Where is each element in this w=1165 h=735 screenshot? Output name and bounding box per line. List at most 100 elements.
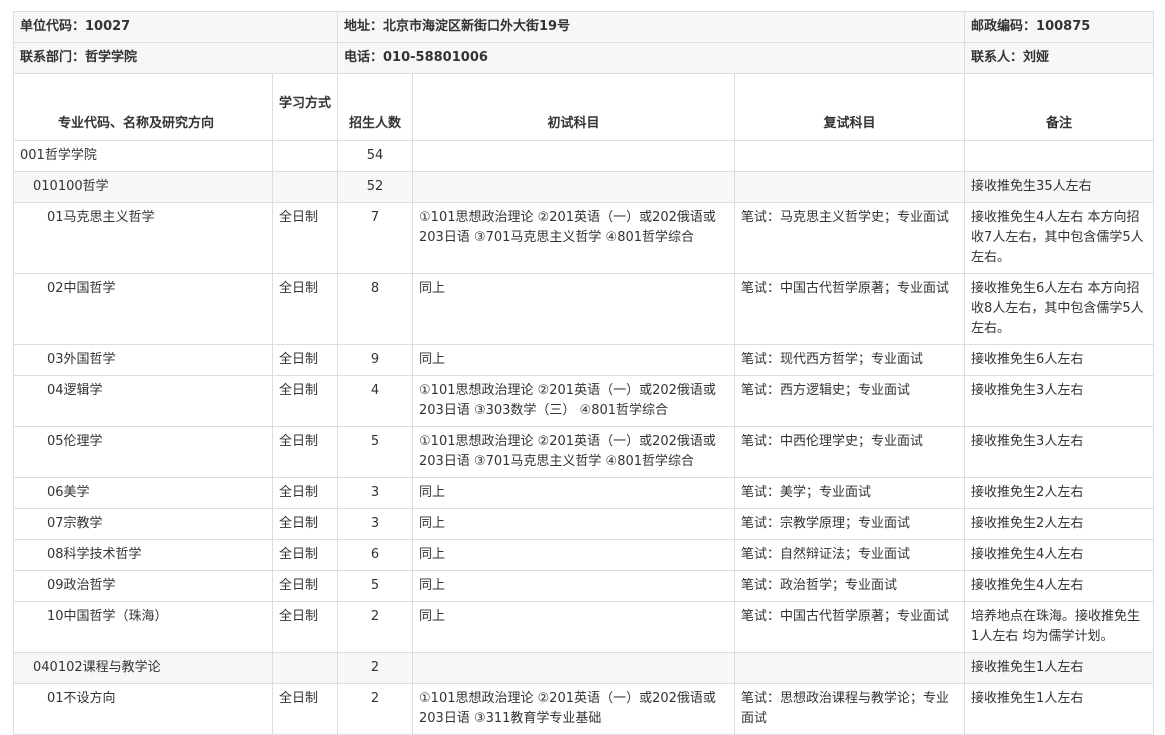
cell-major-name: 01不设方向: [13, 683, 273, 735]
cell-study-mode: 全日制: [271, 426, 339, 478]
cell-retest: 笔试：马克思主义哲学史；专业面试: [734, 202, 966, 274]
direction-row: 06美学 全日制 3 同上 笔试：美学；专业面试 接收推免生2人左右: [13, 477, 1155, 509]
department-row: 001哲学学院 54: [13, 140, 1155, 172]
address: 地址：北京市海淀区新街口外大街19号: [337, 11, 966, 43]
major-row: 010100哲学 52 接收推免生35人左右: [13, 171, 1155, 203]
cell-note: 接收推免生1人左右: [964, 652, 1155, 684]
contact-person: 联系人：刘娅: [964, 42, 1155, 74]
cell-note: 接收推免生35人左右: [964, 171, 1155, 203]
cell-quota: 4: [337, 375, 414, 427]
cell-major-name: 001哲学学院: [13, 140, 273, 172]
cell-note: 接收推免生2人左右: [964, 508, 1155, 540]
cell-study-mode: 全日制: [271, 508, 339, 540]
cell-first-exam: ①101思想政治理论 ②201英语（一）或202俄语或203日语 ③311教育学…: [412, 683, 736, 735]
cell-retest: 笔试：宗教学原理；专业面试: [734, 508, 966, 540]
cell-first-exam: [412, 652, 736, 684]
cell-note: 培养地点在珠海。接收推免生1人左右 均为儒学计划。: [964, 601, 1155, 653]
cell-first-exam: 同上: [412, 570, 736, 602]
cell-note: 接收推免生3人左右: [964, 426, 1155, 478]
cell-quota: 3: [337, 477, 414, 509]
cell-retest: 笔试：自然辩证法；专业面试: [734, 539, 966, 571]
cell-retest: 笔试：西方逻辑史；专业面试: [734, 375, 966, 427]
contact-department: 联系部门：哲学学院: [12, 42, 339, 74]
cell-major-name: 040102课程与教学论: [13, 652, 273, 684]
direction-row: 07宗教学 全日制 3 同上 笔试：宗教学原理；专业面试 接收推免生2人左右: [13, 508, 1155, 540]
cell-retest: 笔试：中国古代哲学原著；专业面试: [734, 273, 966, 345]
direction-row: 03外国哲学 全日制 9 同上 笔试：现代西方哲学；专业面试 接收推免生6人左右: [13, 344, 1155, 376]
cell-study-mode: 全日制: [271, 570, 339, 602]
cell-major-name: 07宗教学: [13, 508, 273, 540]
cell-study-mode: 全日制: [271, 202, 339, 274]
direction-row: 10中国哲学（珠海） 全日制 2 同上 笔试：中国古代哲学原著；专业面试 培养地点在珠海。…: [13, 601, 1155, 653]
cell-retest: [734, 140, 966, 172]
phone: 电话：010-58801006: [337, 42, 966, 74]
admissions-table: 单位代码：10027 地址：北京市海淀区新街口外大街19号 邮政编码：10087…: [12, 11, 1155, 735]
cell-note: 接收推免生4人左右 本方向招收7人左右，其中包含儒学5人左右。: [964, 202, 1155, 274]
cell-first-exam: [412, 171, 736, 203]
cell-retest: 笔试：思想政治课程与教学论；专业面试: [734, 683, 966, 735]
cell-note: 接收推免生4人左右: [964, 539, 1155, 571]
cell-note: 接收推免生1人左右: [964, 683, 1155, 735]
cell-major-name: 05伦理学: [13, 426, 273, 478]
cell-study-mode: 全日制: [271, 539, 339, 571]
cell-first-exam: [412, 140, 736, 172]
cell-note: 接收推免生6人左右 本方向招收8人左右，其中包含儒学5人左右。: [964, 273, 1155, 345]
direction-row: 01马克思主义哲学 全日制 7 ①101思想政治理论 ②201英语（一）或202俄语或…: [13, 202, 1155, 274]
cell-quota: 5: [337, 570, 414, 602]
cell-first-exam: 同上: [412, 477, 736, 509]
cell-retest: 笔试：美学；专业面试: [734, 477, 966, 509]
cell-note: 接收推免生3人左右: [964, 375, 1155, 427]
cell-quota: 7: [337, 202, 414, 274]
cell-study-mode: [271, 140, 339, 172]
cell-retest: [734, 171, 966, 203]
info-row-1: 单位代码：10027 地址：北京市海淀区新街口外大街19号 邮政编码：10087…: [12, 11, 1155, 43]
cell-quota: 2: [337, 652, 414, 684]
unit-code: 单位代码：10027: [12, 11, 339, 43]
cell-first-exam: 同上: [412, 601, 736, 653]
cell-first-exam: ①101思想政治理论 ②201英语（一）或202俄语或203日语 ③701马克思…: [412, 426, 736, 478]
cell-quota: 52: [337, 171, 414, 203]
cell-quota: 8: [337, 273, 414, 345]
direction-row: 08科学技术哲学 全日制 6 同上 笔试：自然辩证法；专业面试 接收推免生4人左右: [13, 539, 1155, 571]
header-major: 专业代码、名称及研究方向: [13, 73, 273, 141]
cell-retest: 笔试：政治哲学；专业面试: [734, 570, 966, 602]
major-row: 040102课程与教学论 2 接收推免生1人左右: [13, 652, 1155, 684]
cell-note: [964, 140, 1155, 172]
info-row-2: 联系部门：哲学学院 电话：010-58801006 联系人：刘娅: [12, 42, 1155, 74]
direction-row: 01不设方向 全日制 2 ①101思想政治理论 ②201英语（一）或202俄语或203…: [13, 683, 1155, 735]
cell-major-name: 08科学技术哲学: [13, 539, 273, 571]
header-retest: 复试科目: [734, 73, 966, 141]
cell-first-exam: ①101思想政治理论 ②201英语（一）或202俄语或203日语 ③701马克思…: [412, 202, 736, 274]
cell-major-name: 10中国哲学（珠海）: [13, 601, 273, 653]
header-mode: 学习方式: [271, 73, 339, 141]
cell-quota: 3: [337, 508, 414, 540]
cell-study-mode: 全日制: [271, 601, 339, 653]
cell-first-exam: 同上: [412, 508, 736, 540]
cell-major-name: 06美学: [13, 477, 273, 509]
header-notes: 备注: [964, 73, 1155, 141]
header-quota: 招生人数: [337, 73, 414, 141]
cell-study-mode: [271, 652, 339, 684]
cell-first-exam: 同上: [412, 539, 736, 571]
cell-note: 接收推免生2人左右: [964, 477, 1155, 509]
cell-retest: 笔试：中西伦理学史；专业面试: [734, 426, 966, 478]
header-first-exam: 初试科目: [412, 73, 736, 141]
cell-quota: 2: [337, 683, 414, 735]
cell-study-mode: 全日制: [271, 273, 339, 345]
cell-major-name: 03外国哲学: [13, 344, 273, 376]
direction-row: 02中国哲学 全日制 8 同上 笔试：中国古代哲学原著；专业面试 接收推免生6人左右 本方…: [13, 273, 1155, 345]
cell-quota: 54: [337, 140, 414, 172]
cell-major-name: 02中国哲学: [13, 273, 273, 345]
cell-first-exam: 同上: [412, 273, 736, 345]
cell-study-mode: 全日制: [271, 683, 339, 735]
cell-quota: 2: [337, 601, 414, 653]
direction-row: 05伦理学 全日制 5 ①101思想政治理论 ②201英语（一）或202俄语或203日…: [13, 426, 1155, 478]
cell-major-name: 04逻辑学: [13, 375, 273, 427]
cell-retest: 笔试：中国古代哲学原著；专业面试: [734, 601, 966, 653]
header-row: 专业代码、名称及研究方向 学习方式 招生人数 初试科目 复试科目 备注: [13, 73, 1155, 141]
cell-major-name: 01马克思主义哲学: [13, 202, 273, 274]
cell-first-exam: ①101思想政治理论 ②201英语（一）或202俄语或203日语 ③303数学（…: [412, 375, 736, 427]
cell-retest: [734, 652, 966, 684]
cell-note: 接收推免生4人左右: [964, 570, 1155, 602]
cell-quota: 5: [337, 426, 414, 478]
